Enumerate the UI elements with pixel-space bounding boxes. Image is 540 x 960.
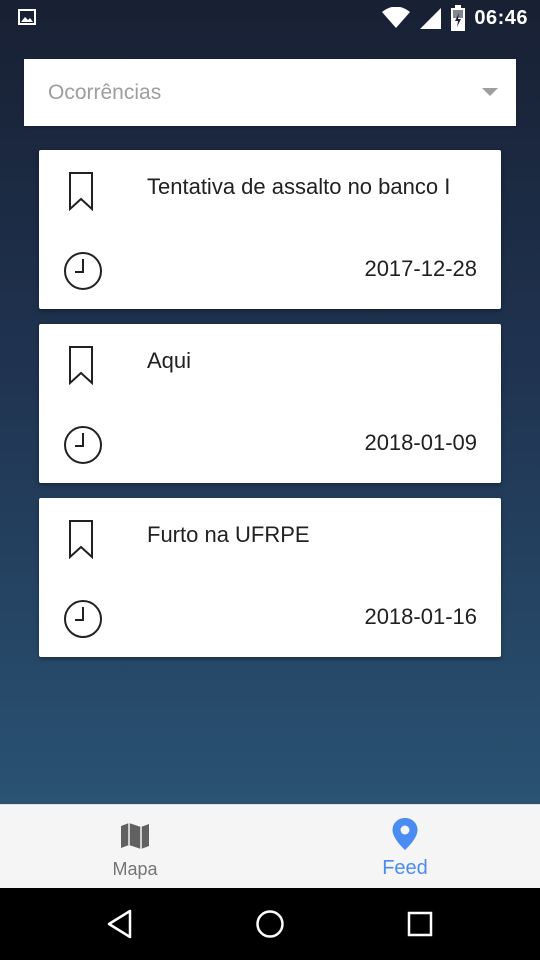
- battery-charging-icon: [451, 5, 466, 31]
- feed-card-date: 2018-01-16: [364, 604, 477, 629]
- clock-icon: [64, 426, 102, 464]
- status-time: 06:46: [474, 6, 528, 29]
- feed-card[interactable]: Furto na UFRPE 2018-01-16: [39, 498, 501, 657]
- system-navigation-bar: [0, 888, 540, 960]
- bookmark-icon: [69, 346, 93, 385]
- status-bar: 06:46: [0, 0, 540, 36]
- wifi-icon: [382, 7, 411, 28]
- clock-icon: [64, 252, 102, 290]
- tab-feed[interactable]: Feed: [270, 805, 540, 889]
- feed-card[interactable]: Aqui 2018-01-09: [39, 324, 501, 483]
- tab-mapa[interactable]: Mapa: [0, 805, 270, 889]
- category-dropdown[interactable]: Ocorrências: [24, 59, 516, 126]
- feed-card[interactable]: Tentativa de assalto no banco I 2017-12-…: [39, 150, 501, 309]
- map-icon: [121, 823, 149, 849]
- dropdown-arrow-icon: [482, 88, 498, 96]
- location-pin-icon: [392, 818, 418, 850]
- recent-apps-icon[interactable]: [402, 906, 438, 942]
- tab-mapa-label: Mapa: [112, 859, 158, 879]
- bottom-navigation: Mapa Feed: [0, 804, 540, 888]
- bookmark-icon: [69, 172, 93, 211]
- bookmark-icon: [69, 520, 93, 559]
- image-notification-icon: [18, 9, 36, 25]
- feed-card-date: 2018-01-09: [364, 430, 477, 455]
- home-icon[interactable]: [252, 906, 288, 942]
- feed-card-title: Tentativa de assalto no banco I: [147, 174, 451, 199]
- clock-icon: [64, 600, 102, 638]
- signal-icon: [420, 8, 442, 29]
- feed-card-title: Furto na UFRPE: [147, 522, 310, 547]
- back-icon[interactable]: [104, 906, 140, 942]
- feed-card-title: Aqui: [147, 348, 192, 373]
- dropdown-selected-value: Ocorrências: [48, 81, 162, 104]
- app-background: 06:46 Ocorrências Tentativa de assalto n…: [0, 0, 540, 804]
- status-icons: 06:46: [382, 5, 528, 31]
- tab-feed-label: Feed: [382, 857, 428, 879]
- feed-card-date: 2017-12-28: [364, 256, 477, 281]
